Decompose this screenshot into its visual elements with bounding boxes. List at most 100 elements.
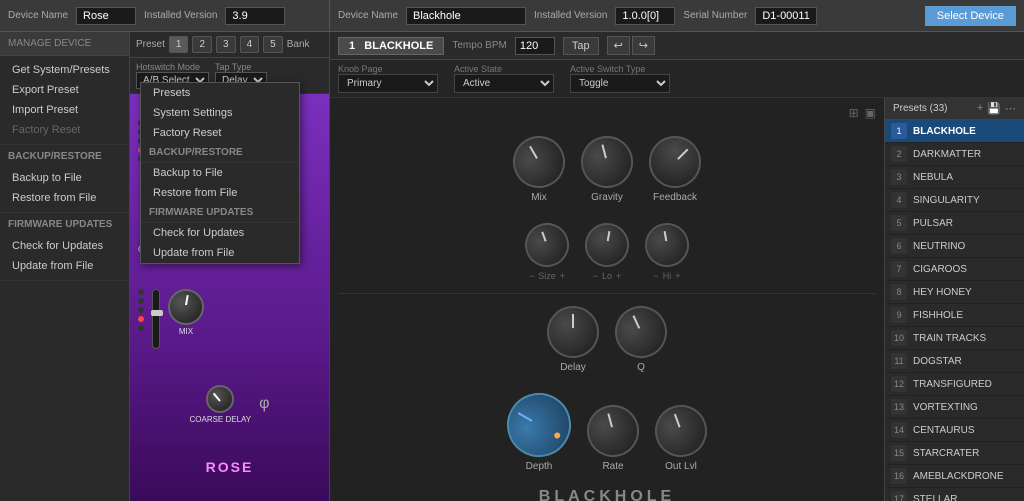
preset-item-13[interactable]: 13VORTEXTING — [885, 396, 1024, 419]
bh-knob-depth[interactable] — [495, 381, 582, 468]
undo-button[interactable]: ↩ — [607, 36, 630, 55]
bh-knob-row-1: Mix Gravity Feedback — [338, 128, 876, 211]
bh-knob-size[interactable] — [519, 217, 575, 273]
bh-knob-gravity[interactable] — [575, 130, 639, 194]
preset-tab-5[interactable]: 5 — [263, 36, 283, 53]
preset-tab-1[interactable]: 1 — [169, 36, 189, 53]
dropdown-item-restore[interactable]: Restore from File — [141, 183, 299, 203]
preset-item-10[interactable]: 10TRAIN TRACKS — [885, 327, 1024, 350]
sidebar-item-check-updates[interactable]: Check for Updates — [0, 236, 129, 256]
presets-more-icon[interactable]: ⋯ — [1005, 102, 1016, 115]
bh-mix-label: Mix — [531, 192, 547, 203]
blackhole-tab-number: 1 — [349, 40, 355, 52]
bh-knob-feedback-item: Feedback — [649, 136, 701, 203]
sidebar-item-backup-to-file[interactable]: Backup to File — [0, 168, 129, 188]
firmware-updates-header: FIRMWARE UPDATES — [0, 213, 129, 232]
preset-name: STARCRATER — [913, 448, 979, 459]
grid-icon[interactable]: ⊞ — [849, 106, 859, 120]
knob-page-select[interactable]: Primary — [338, 74, 438, 93]
preset-tab-2[interactable]: 2 — [192, 36, 212, 53]
bh-knob-feedback[interactable] — [638, 125, 712, 199]
bh-knob-hi-item: −Hi+ — [645, 223, 689, 281]
dropdown-menu: Presets System Settings Factory Reset BA… — [140, 82, 300, 264]
preset-item-11[interactable]: 11DOGSTAR — [885, 350, 1024, 373]
preset-name: NEBULA — [913, 172, 953, 183]
preset-item-8[interactable]: 8HEY HONEY — [885, 281, 1024, 304]
blackhole-logo: BLACKHOLE — [338, 484, 876, 501]
active-switch-select[interactable]: Toggle — [570, 74, 670, 93]
preset-item-2[interactable]: 2DARKMATTER — [885, 143, 1024, 166]
tempo-label: Tempo BPM — [452, 40, 506, 51]
dropdown-firmware-header: FIRMWARE UPDATES — [141, 203, 299, 223]
presets-save-icon[interactable]: 💾 — [987, 102, 1001, 115]
sidebar-item-restore-from-file[interactable]: Restore from File — [0, 188, 129, 208]
preset-item-9[interactable]: 9FISHHOLE — [885, 304, 1024, 327]
rose-logo: ROSE — [206, 459, 254, 475]
preset-item-16[interactable]: 16AMEBLACKDRONE — [885, 465, 1024, 488]
preset-name: AMEBLACKDRONE — [913, 471, 1004, 482]
preset-item-7[interactable]: 7CIGAROOS — [885, 258, 1024, 281]
hotswitch-label: Hotswitch Mode — [136, 62, 209, 72]
sidebar-item-factory-reset[interactable]: Factory Reset — [0, 120, 129, 140]
preset-number: 3 — [891, 169, 907, 185]
right-serial-value: D1-00011 — [755, 7, 817, 25]
bh-knob-row-3: Delay Q — [338, 293, 876, 381]
bh-knob-depth-item: Depth — [507, 393, 571, 472]
sidebar-item-get-system-presets[interactable]: Get System/Presets — [0, 60, 129, 80]
dropdown-item-check-updates[interactable]: Check for Updates — [141, 223, 299, 243]
blackhole-tab[interactable]: 1 BLACKHOLE — [338, 37, 444, 55]
sidebar-item-export-preset[interactable]: Export Preset — [0, 80, 129, 100]
left-device-name-value: Rose — [76, 7, 136, 25]
presets-add-icon[interactable]: + — [977, 102, 983, 115]
preset-item-15[interactable]: 15STARCRATER — [885, 442, 1024, 465]
preset-name: FISHHOLE — [913, 310, 963, 321]
right-device-name-value: Blackhole — [406, 7, 526, 25]
dropdown-item-update-from-file[interactable]: Update from File — [141, 243, 299, 263]
preset-item-17[interactable]: 17STELLAR — [885, 488, 1024, 501]
bh-depth-label: Depth — [526, 461, 553, 472]
rose-knob-mix2-group: MIX — [168, 289, 204, 349]
preset-item-3[interactable]: 3 NEBULA — [885, 166, 1024, 189]
active-state-label: Active State — [454, 64, 554, 74]
bh-knob-lo[interactable] — [582, 220, 633, 271]
bh-knob-q[interactable] — [606, 297, 675, 366]
right-installed-label: Installed Version — [534, 10, 607, 21]
bh-feedback-label: Feedback — [653, 192, 697, 203]
preset-tab-4[interactable]: 4 — [240, 36, 260, 53]
preset-number: 4 — [891, 192, 907, 208]
active-state-select[interactable]: Active — [454, 74, 554, 93]
tempo-input[interactable] — [515, 37, 555, 55]
bh-knob-delay[interactable] — [547, 306, 599, 358]
preset-item-4[interactable]: 4SINGULARITY — [885, 189, 1024, 212]
preset-item-5[interactable]: 5PULSAR — [885, 212, 1024, 235]
layout-icon[interactable]: ▣ — [865, 106, 876, 120]
sidebar-item-update-from-file[interactable]: Update from File — [0, 256, 129, 276]
preset-name: NEUTRINO — [913, 241, 965, 252]
sidebar-item-import-preset[interactable]: Import Preset — [0, 100, 129, 120]
preset-item-6[interactable]: 6NEUTRINO — [885, 235, 1024, 258]
preset-item-14[interactable]: 14CENTAURUS — [885, 419, 1024, 442]
bh-knob-gravity-item: Gravity — [581, 136, 633, 203]
dropdown-item-presets[interactable]: Presets — [141, 83, 299, 103]
rose-slider-2[interactable] — [152, 289, 160, 349]
dropdown-item-system-settings[interactable]: System Settings — [141, 103, 299, 123]
select-device-button[interactable]: Select Device — [925, 6, 1016, 26]
redo-button[interactable]: ↪ — [632, 36, 655, 55]
preset-tab-3[interactable]: 3 — [216, 36, 236, 53]
rose-knob-mix2[interactable] — [168, 289, 204, 325]
bh-knob-hi[interactable] — [642, 220, 693, 271]
bh-knob-rate-item: Rate — [587, 405, 639, 472]
preset-name: VORTEXTING — [913, 402, 978, 413]
rose-knob-coarse2[interactable] — [206, 385, 234, 413]
bh-knob-outlvl[interactable] — [648, 398, 715, 465]
preset-item-1[interactable]: 1BLACKHOLE — [885, 120, 1024, 143]
bh-lo-label: Lo — [602, 271, 612, 281]
preset-item-12[interactable]: 12TRANSFIGURED — [885, 373, 1024, 396]
preset-name: CIGAROOS — [913, 264, 967, 275]
dropdown-item-backup[interactable]: Backup to File — [141, 163, 299, 183]
dropdown-item-factory-reset[interactable]: Factory Reset — [141, 123, 299, 143]
bh-knob-mix[interactable] — [503, 126, 574, 197]
presets-title: Presets (33) — [893, 103, 947, 114]
tap-button[interactable]: Tap — [563, 37, 599, 55]
bh-knob-rate[interactable] — [581, 399, 645, 463]
